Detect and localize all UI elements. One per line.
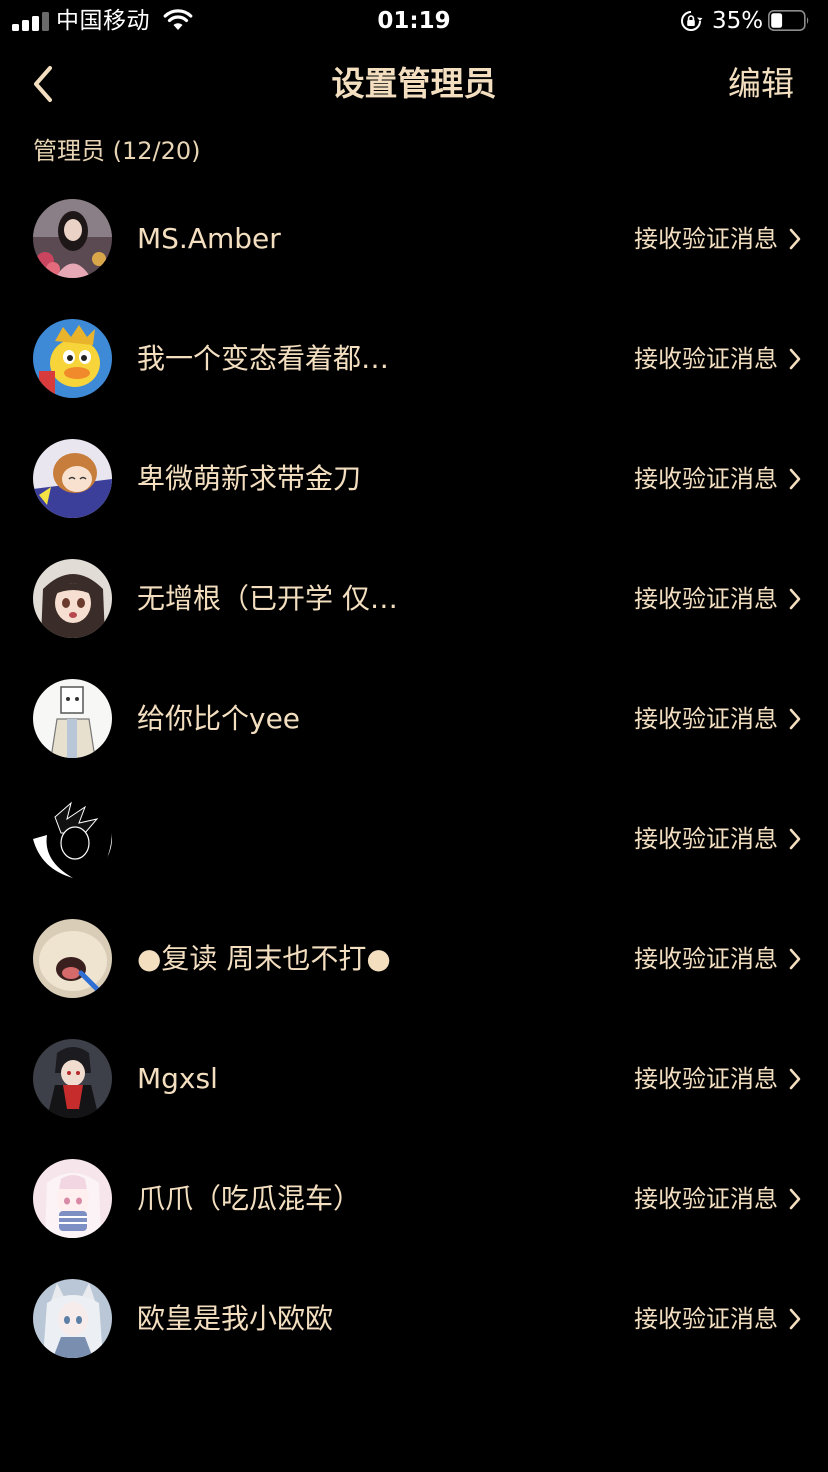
receive-verification-link[interactable]: 接收验证消息 [634,699,802,739]
admin-name: 卑微萌新求带金刀 [137,462,362,495]
verify-label: 接收验证消息 [634,1185,778,1213]
list-item[interactable]: Mgxsl 接收验证消息 [0,1018,828,1138]
list-item[interactable]: 欧皇是我小欧欧 接收验证消息 [0,1258,828,1378]
verify-label: 接收验证消息 [634,345,778,373]
rotation-lock-icon [681,11,703,31]
verify-label: 接收验证消息 [634,585,778,613]
verify-label: 接收验证消息 [634,465,778,493]
receive-verification-link[interactable]: 接收验证消息 [634,939,802,979]
verify-label: 接收验证消息 [634,825,778,853]
avatar [33,799,112,878]
receive-verification-link[interactable]: 接收验证消息 [634,579,802,619]
avatar [33,439,112,518]
avatar [33,559,112,638]
list-item[interactable]: 卑微萌新求带金刀 接收验证消息 [0,418,828,538]
receive-verification-link[interactable]: 接收验证消息 [634,339,802,379]
receive-verification-link[interactable]: 接收验证消息 [634,1299,802,1339]
admin-name: 我一个变态看着都… [137,342,390,375]
avatar [33,319,112,398]
avatar [33,1039,112,1118]
chevron-right-icon [789,708,801,730]
admin-name: 爪爪（吃瓜混车） [137,1182,362,1215]
receive-verification-link[interactable]: 接收验证消息 [634,1179,802,1219]
chevron-right-icon [789,1068,801,1090]
list-item[interactable]: 爪爪（吃瓜混车） 接收验证消息 [0,1138,828,1258]
avatar [33,199,112,278]
verify-label: 接收验证消息 [634,1065,778,1093]
verify-label: 接收验证消息 [634,225,778,253]
admin-name: 欧皇是我小欧欧 [137,1302,334,1335]
list-item[interactable]: 我一个变态看着都… 接收验证消息 [0,298,828,418]
list-item[interactable]: MS.Amber 接收验证消息 [0,178,828,298]
edit-button[interactable]: 编辑 [728,60,794,108]
verify-label: 接收验证消息 [634,705,778,733]
battery-percent: 35% [712,8,764,34]
battery-icon [768,10,809,31]
chevron-right-icon [789,1308,801,1330]
avatar [33,1279,112,1358]
admin-name: 无增根（已开学 仅… [137,582,398,615]
chevron-right-icon [789,588,801,610]
status-bar: 中国移动 01:19 35% [0,0,828,42]
list-item[interactable]: 给你比个yee 接收验证消息 [0,658,828,778]
list-item[interactable]: 无增根（已开学 仅… 接收验证消息 [0,538,828,658]
chevron-right-icon [789,228,801,250]
chevron-right-icon [789,468,801,490]
avatar [33,1159,112,1238]
admin-name: 给你比个yee [137,702,301,735]
admin-name: MS.Amber [137,222,281,255]
avatar [33,679,112,758]
receive-verification-link[interactable]: 接收验证消息 [634,459,802,499]
chevron-right-icon [789,1188,801,1210]
receive-verification-link[interactable]: 接收验证消息 [634,219,802,259]
list-item[interactable]: 接收验证消息 [0,778,828,898]
section-header: 管理员 (12/20) [33,137,201,165]
admin-name: Mgxsl [137,1062,218,1095]
list-item[interactable]: ●复读 周末也不打● 接收验证消息 [0,898,828,1018]
verify-label: 接收验证消息 [634,945,778,973]
avatar [33,919,112,998]
receive-verification-link[interactable]: 接收验证消息 [634,1059,802,1099]
clock: 01:19 [377,8,451,34]
receive-verification-link[interactable]: 接收验证消息 [634,819,802,859]
admin-list: MS.Amber 接收验证消息 我一个变态看着都… 接收验证消息 卑微萌新求带金… [0,178,828,1378]
chevron-right-icon [789,348,801,370]
chevron-right-icon [789,828,801,850]
page-title: 设置管理员 [331,64,497,103]
chevron-right-icon [789,948,801,970]
verify-label: 接收验证消息 [634,1305,778,1333]
admin-name: ●复读 周末也不打● [137,942,391,975]
